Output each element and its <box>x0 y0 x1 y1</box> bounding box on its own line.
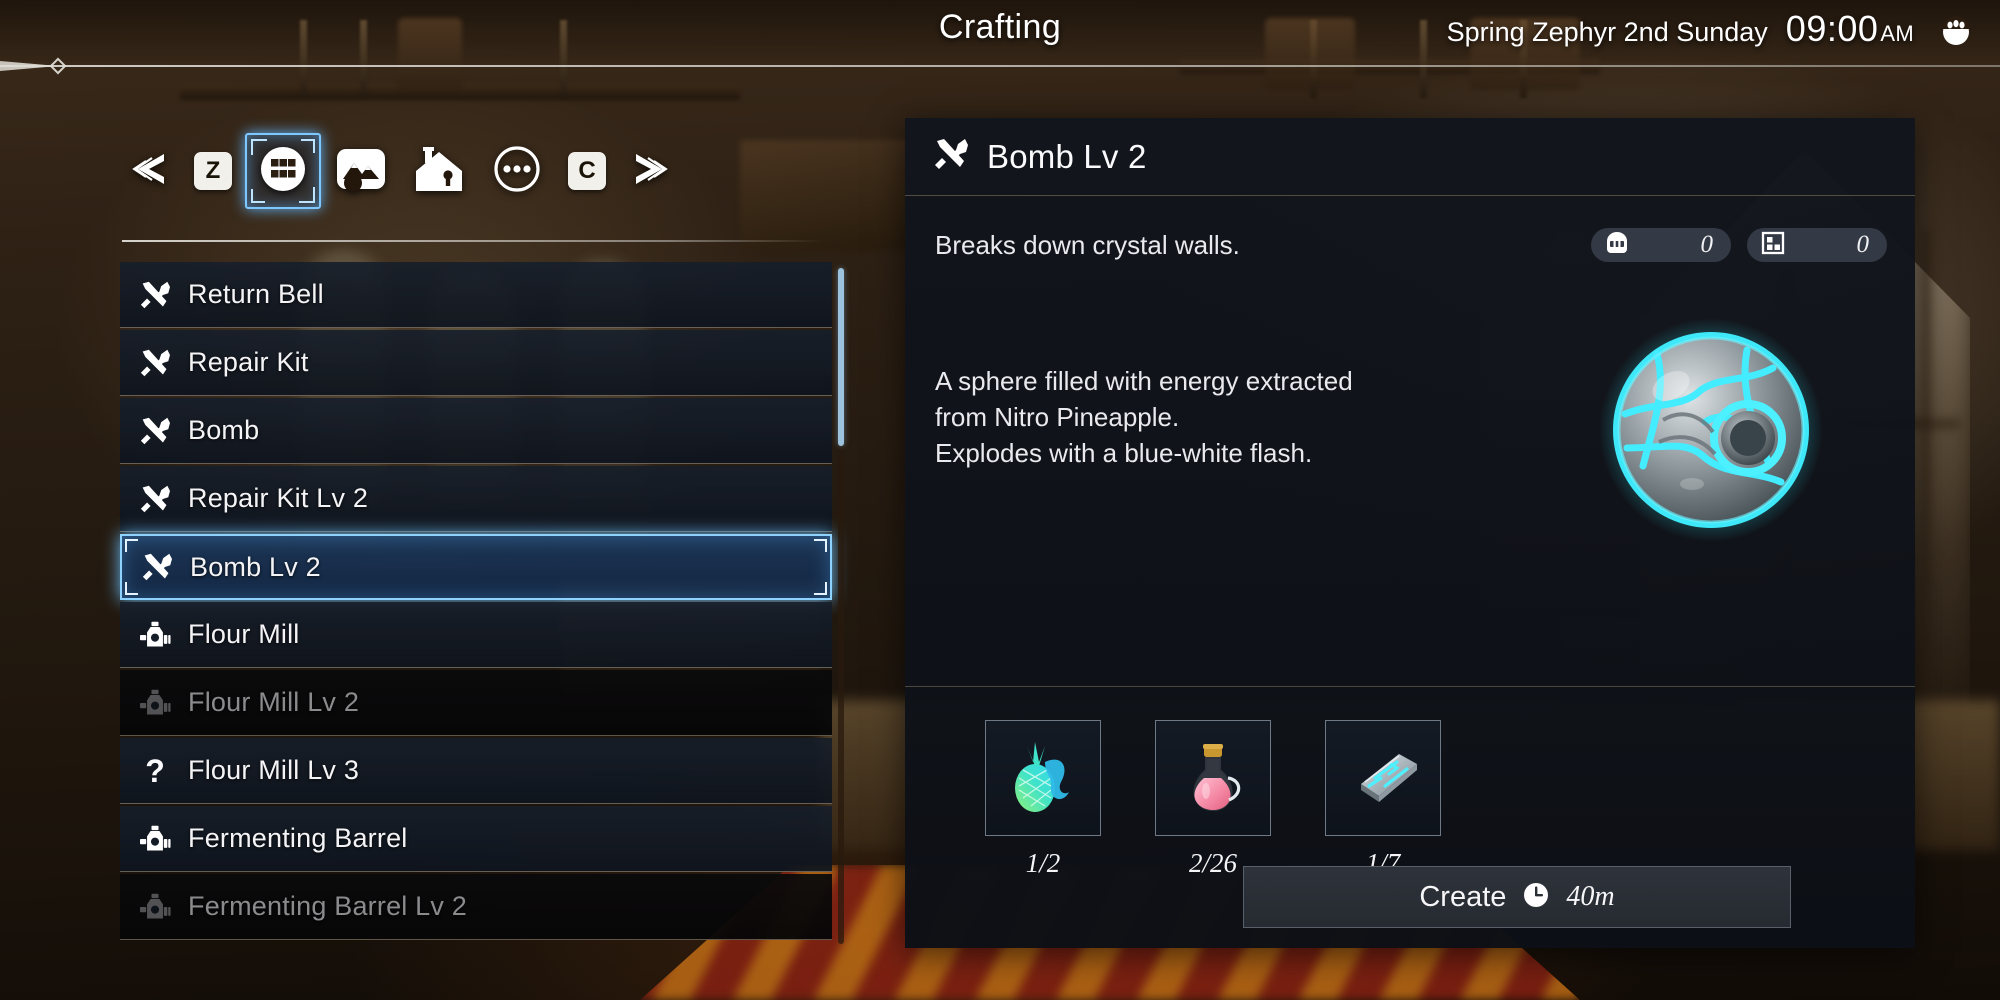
tab-home[interactable] <box>400 132 478 210</box>
ingredient-nitro-pineapple[interactable]: 1/2 <box>985 720 1101 879</box>
house-icon <box>412 144 466 199</box>
clock-icon <box>1522 881 1550 914</box>
selection-corner <box>125 582 138 595</box>
grid-inventory-icon <box>258 144 308 199</box>
next-category-key[interactable]: C <box>556 132 618 210</box>
machine-icon <box>138 688 172 718</box>
bag-icon <box>1605 231 1629 259</box>
storage-icon <box>1761 231 1785 260</box>
recipe-row-label: Flour Mill <box>188 619 300 649</box>
item-artwork <box>1597 316 1825 544</box>
ingredient-count: 1/2 <box>1025 848 1061 878</box>
description-line: from Nitro Pineapple. <box>935 401 1180 432</box>
recipe-row-label: Repair Kit Lv 2 <box>188 483 369 513</box>
selection-corner <box>814 582 827 595</box>
count-badges: 0 0 <box>1591 228 1887 262</box>
detail-body: 0 0 Breaks down crystal walls. A sphere … <box>905 196 1915 686</box>
recipe-row-label: Fermenting Barrel Lv 2 <box>188 891 468 921</box>
recipe-detail-panel: Bomb Lv 2 0 0 Breaks down crystal walls.… <box>905 118 1915 948</box>
category-tab-bar[interactable]: Z C <box>120 125 800 217</box>
ingredient-pink-potion[interactable]: 2/26 <box>1155 720 1271 879</box>
recipe-row-label: Fermenting Barrel <box>188 823 408 853</box>
recipe-row[interactable]: ? Flour Mill Lv 3 <box>120 738 832 804</box>
list-top-divider <box>122 240 822 242</box>
recipe-row[interactable]: Repair Kit Lv 2 <box>120 466 832 532</box>
tab-map[interactable] <box>322 132 400 210</box>
recipe-row-label: Flour Mill Lv 3 <box>188 755 360 785</box>
recipe-row[interactable]: Fermenting Barrel Lv 2 <box>120 874 832 940</box>
recipe-row-label: Repair Kit <box>188 347 309 377</box>
clock-group: Spring Zephyr 2nd Sunday 09:00 AM <box>1447 8 1974 50</box>
selection-corner <box>814 539 827 552</box>
sun-cloud-icon <box>1938 15 1974 52</box>
crossed-tools-icon <box>138 348 172 378</box>
machine-icon <box>138 892 172 922</box>
create-button-label: Create <box>1419 880 1507 913</box>
create-button-time: 40m <box>1566 881 1615 912</box>
key-z-label: Z <box>194 152 232 190</box>
time-value: 09:00 <box>1785 8 1879 49</box>
description-line: Explodes with a blue-white flash. <box>935 437 1313 468</box>
season-date-label: Spring Zephyr 2nd Sunday <box>1446 17 1768 47</box>
double-chevron-right-icon <box>628 152 670 191</box>
recipe-row-label: Flour Mill Lv 2 <box>188 687 360 717</box>
cyan-pineapple-icon <box>1001 734 1085 823</box>
recipe-row-label: Bomb <box>188 415 260 445</box>
inventory-count-value: 0 <box>1700 231 1714 258</box>
tab-crafting[interactable] <box>244 132 322 210</box>
recipe-row[interactable]: Return Bell <box>120 262 832 328</box>
inventory-count-badge: 0 <box>1591 228 1731 262</box>
recipe-row[interactable]: Bomb <box>120 398 832 464</box>
crossed-tools-icon <box>138 280 172 310</box>
top-header-bar: Crafting Spring Zephyr 2nd Sunday 09:00 … <box>0 0 2000 62</box>
prev-category-key[interactable]: Z <box>182 132 244 210</box>
time-meridiem: AM <box>1880 21 1914 46</box>
next-category-button[interactable] <box>618 132 680 210</box>
silver-cyan-plate-icon <box>1341 734 1425 823</box>
ingredient-slot[interactable] <box>985 720 1101 836</box>
tab-more[interactable] <box>478 132 556 210</box>
crossed-tools-icon <box>138 484 172 514</box>
description-short: Breaks down crystal walls. <box>935 230 1240 260</box>
selection-corner <box>125 539 138 552</box>
ingredient-slot[interactable] <box>1155 720 1271 836</box>
question-mark-icon: ? <box>145 752 165 789</box>
ingredient-metal-plate[interactable]: 1/7 <box>1325 720 1441 879</box>
recipe-row[interactable]: Repair Kit <box>120 330 832 396</box>
recipe-list[interactable]: Return Bell Repair Kit Bomb Repair Kit Lv 2… <box>120 262 832 950</box>
prev-category-button[interactable] <box>120 132 182 210</box>
recipe-row[interactable]: Flour Mill Lv 2 <box>120 670 832 736</box>
detail-title: Bomb Lv 2 <box>987 137 1147 175</box>
double-chevron-left-icon <box>130 152 172 191</box>
pink-flask-icon <box>1171 734 1255 823</box>
crossed-tools-icon <box>138 416 172 446</box>
description-long: A sphere filled with energy extracted fro… <box>935 364 1495 472</box>
create-button[interactable]: Create 40m <box>1243 866 1791 928</box>
storage-count-value: 0 <box>1856 231 1870 258</box>
ingredient-slot[interactable] <box>1325 720 1441 836</box>
detail-header: Bomb Lv 2 <box>905 118 1915 196</box>
description-line: A sphere filled with energy extracted <box>935 366 1353 396</box>
machine-icon <box>138 824 172 854</box>
machine-icon <box>138 620 172 650</box>
landscape-moon-icon <box>334 145 388 198</box>
recipe-row[interactable]: Bomb Lv 2 <box>120 534 832 600</box>
list-scrollbar-thumb[interactable] <box>838 268 844 446</box>
recipe-row-label: Bomb Lv 2 <box>190 551 321 582</box>
detail-separator <box>905 686 1915 687</box>
ingredient-count: 2/26 <box>1188 848 1237 878</box>
ingredient-list: 1/2 2/26 1/7 <box>985 720 1441 879</box>
key-c-label: C <box>568 152 606 190</box>
crossed-tools-icon <box>933 137 969 176</box>
recipe-row-label: Return Bell <box>188 279 324 309</box>
ellipsis-icon <box>492 144 542 199</box>
recipe-row[interactable]: Fermenting Barrel <box>120 806 832 872</box>
crossed-tools-icon <box>140 552 174 582</box>
storage-count-badge: 0 <box>1747 228 1887 262</box>
list-scrollbar-track[interactable] <box>838 268 844 944</box>
recipe-row[interactable]: Flour Mill <box>120 602 832 668</box>
